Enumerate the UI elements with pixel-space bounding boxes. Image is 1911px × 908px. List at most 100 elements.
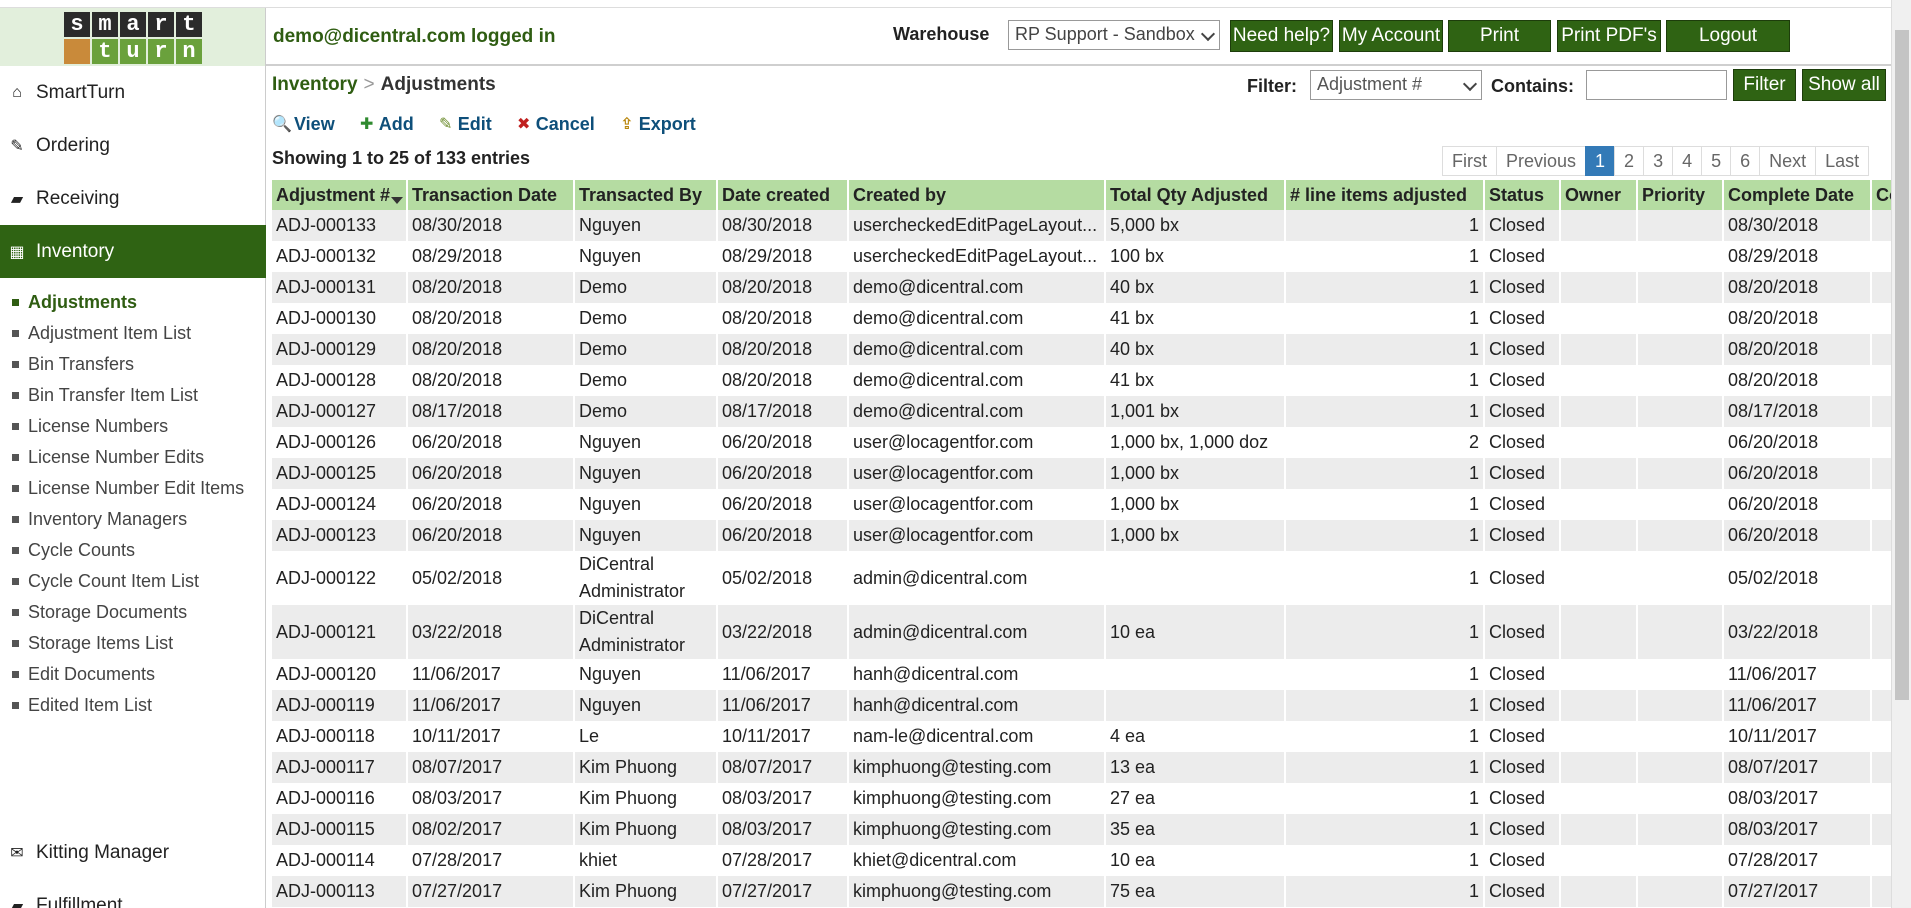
table-row[interactable]: ADJ-000121 03/22/2018 DiCentral Administra… — [272, 605, 1891, 659]
page-link-1[interactable]: 1 — [1585, 146, 1616, 176]
table-cell: 06/20/2018 — [407, 427, 575, 458]
column-header[interactable]: Co — [1871, 180, 1891, 210]
table-row[interactable]: ADJ-000133 08/30/2018 Nguyen 08/30/2018 user… — [272, 210, 1891, 241]
table-cell: usercheckedEditPageLayout... — [848, 210, 1106, 241]
table-row[interactable]: ADJ-000123 06/20/2018 Nguyen 06/20/2018 user… — [272, 520, 1891, 551]
sidebar-subitem-storage-items-list[interactable]: Storage Items List — [0, 628, 266, 659]
table-row[interactable]: ADJ-000127 08/17/2018 Demo 08/17/2018 demo@d… — [272, 396, 1891, 427]
column-header[interactable]: Created by — [848, 180, 1106, 210]
table-cell: 06/20/2018 — [717, 458, 849, 489]
table-row[interactable]: ADJ-000125 06/20/2018 Nguyen 06/20/2018 user… — [272, 458, 1891, 489]
page-link-first[interactable]: First — [1442, 146, 1497, 176]
sidebar-subitem-adjustments[interactable]: Adjustments — [0, 287, 266, 318]
sidebar-item-inventory[interactable]: ▦ Inventory — [0, 225, 266, 278]
table-row[interactable]: ADJ-000128 08/20/2018 Demo 08/20/2018 demo@d… — [272, 365, 1891, 396]
table-row[interactable]: ADJ-000120 11/06/2017 Nguyen 11/06/2017 hanh… — [272, 659, 1891, 690]
view-button[interactable]: 🔍 View — [272, 114, 335, 135]
table-row[interactable]: ADJ-000131 08/20/2018 Demo 08/20/2018 demo@d… — [272, 272, 1891, 303]
table-row[interactable]: ADJ-000124 06/20/2018 Nguyen 06/20/2018 user… — [272, 489, 1891, 520]
scrollbar-thumb[interactable] — [1895, 30, 1909, 700]
print-pdfs-button[interactable]: Print PDF's — [1557, 20, 1661, 52]
sidebar-item-smartturn[interactable]: ⌂ SmartTurn — [0, 66, 266, 119]
breadcrumb-inventory-link[interactable]: Inventory — [272, 74, 358, 95]
sidebar-subitem-adjustment-item-list[interactable]: Adjustment Item List — [0, 318, 266, 349]
add-button[interactable]: ✚ Add — [357, 114, 414, 135]
edit-button[interactable]: ✎ Edit — [436, 114, 492, 135]
page-link-6[interactable]: 6 — [1730, 146, 1761, 176]
column-header[interactable]: # line items adjusted — [1285, 180, 1485, 210]
sidebar-item-ordering[interactable]: ✎ Ordering — [0, 119, 266, 172]
table-row[interactable]: ADJ-000129 08/20/2018 Demo 08/20/2018 demo@d… — [272, 334, 1891, 365]
table-cell: 08/20/2018 — [717, 365, 849, 396]
sidebar-subitem-storage-documents[interactable]: Storage Documents — [0, 597, 266, 628]
table-cell: 05/02/2018 — [1723, 551, 1872, 605]
page-scrollbar[interactable] — [1891, 0, 1911, 908]
column-header[interactable]: Transaction Date — [407, 180, 575, 210]
page-link-3[interactable]: 3 — [1643, 146, 1674, 176]
table-cell: demo@dicentral.com — [848, 396, 1106, 427]
warehouse-select[interactable]: RP Support - Sandbox — [1008, 20, 1220, 50]
table-cell: 1 — [1285, 845, 1485, 876]
need-help-button[interactable]: Need help? — [1230, 20, 1333, 52]
column-header[interactable]: Transacted By — [574, 180, 718, 210]
filter-select[interactable]: Adjustment # — [1310, 70, 1482, 100]
table-row[interactable]: ADJ-000113 07/27/2017 Kim Phuong 07/27/2017… — [272, 876, 1891, 907]
table-cell: 08/20/2018 — [407, 272, 575, 303]
page-link-next[interactable]: Next — [1759, 146, 1817, 176]
table-row[interactable]: ADJ-000116 08/03/2017 Kim Phuong 08/03/2017… — [272, 783, 1891, 814]
logout-button[interactable]: Logout — [1666, 20, 1790, 52]
page-link-4[interactable]: 4 — [1672, 146, 1703, 176]
main-content: Inventory > Adjustments Filter: Adjustment… — [266, 66, 1891, 908]
filter-button[interactable]: Filter — [1733, 69, 1796, 101]
table-row[interactable]: ADJ-000130 08/20/2018 Demo 08/20/2018 demo@d… — [272, 303, 1891, 334]
table-row[interactable]: ADJ-000126 06/20/2018 Nguyen 06/20/2018 user… — [272, 427, 1891, 458]
table-row[interactable]: ADJ-000117 08/07/2017 Kim Phuong 08/07/2017… — [272, 752, 1891, 783]
column-header[interactable]: Total Qty Adjusted — [1105, 180, 1286, 210]
table-cell: Closed — [1484, 520, 1561, 551]
table-row[interactable]: ADJ-000115 08/02/2017 Kim Phuong 08/03/2017… — [272, 814, 1891, 845]
page-link-last[interactable]: Last — [1815, 146, 1870, 176]
table-row[interactable]: ADJ-000118 10/11/2017 Le 10/11/2017 nam-le@d… — [272, 721, 1891, 752]
print-button[interactable]: Print — [1448, 20, 1551, 52]
sidebar-subitem-license-number-edits[interactable]: License Number Edits — [0, 442, 266, 473]
column-header[interactable]: Priority — [1637, 180, 1724, 210]
cancel-button[interactable]: ✖ Cancel — [514, 114, 595, 135]
my-account-button[interactable]: My Account — [1339, 20, 1443, 52]
sidebar-subitem-bin-transfers[interactable]: Bin Transfers — [0, 349, 266, 380]
smartturn-logo[interactable]: smartturn — [0, 8, 266, 66]
filter-label: Filter: — [1247, 76, 1298, 96]
sidebar-subitem-bin-transfer-item-list[interactable]: Bin Transfer Item List — [0, 380, 266, 411]
table-cell — [1560, 396, 1638, 427]
table-cell: 1,000 bx — [1105, 520, 1286, 551]
column-header[interactable]: Owner — [1560, 180, 1638, 210]
sidebar-subitem-edit-documents[interactable]: Edit Documents — [0, 659, 266, 690]
column-header[interactable]: Complete Date — [1723, 180, 1872, 210]
sidebar-subitem-cycle-count-item-list[interactable]: Cycle Count Item List — [0, 566, 266, 597]
table-row[interactable]: ADJ-000119 11/06/2017 Nguyen 11/06/2017 hanh… — [272, 690, 1891, 721]
sidebar-item-kitting-manager[interactable]: ✉ Kitting Manager — [0, 826, 266, 879]
breadcrumb-separator: > — [363, 74, 375, 95]
sidebar-item-fulfillment[interactable]: ▰ Fulfillment — [0, 879, 266, 908]
table-cell — [1871, 458, 1891, 489]
table-row[interactable]: ADJ-000122 05/02/2018 DiCentral Administra… — [272, 551, 1891, 605]
sidebar-subitem-license-number-edit-items[interactable]: License Number Edit Items — [0, 473, 266, 504]
sidebar-item-receiving[interactable]: ▰ Receiving — [0, 172, 266, 225]
column-header[interactable]: Date created — [717, 180, 849, 210]
table-cell: 03/22/2018 — [717, 605, 849, 659]
page-link-5[interactable]: 5 — [1701, 146, 1732, 176]
export-button[interactable]: ⇪ Export — [617, 114, 696, 135]
column-header[interactable]: Status — [1484, 180, 1561, 210]
table-row[interactable]: ADJ-000132 08/29/2018 Nguyen 08/29/2018 user… — [272, 241, 1891, 272]
table-cell: Closed — [1484, 876, 1561, 907]
sidebar-subitem-license-numbers[interactable]: License Numbers — [0, 411, 266, 442]
sidebar-subitem-edited-item-list[interactable]: Edited Item List — [0, 690, 266, 721]
page-link-2[interactable]: 2 — [1614, 146, 1645, 176]
adjustments-table: Adjustment # Transaction Date Transacted B… — [272, 180, 1891, 907]
page-link-previous[interactable]: Previous — [1496, 146, 1587, 176]
table-row[interactable]: ADJ-000114 07/28/2017 khiet 07/28/2017 khiet… — [272, 845, 1891, 876]
sidebar-subitem-cycle-counts[interactable]: Cycle Counts — [0, 535, 266, 566]
sidebar-subitem-inventory-managers[interactable]: Inventory Managers — [0, 504, 266, 535]
contains-input[interactable] — [1586, 70, 1727, 100]
column-header[interactable]: Adjustment # — [272, 180, 408, 210]
show-all-button[interactable]: Show all — [1802, 69, 1886, 101]
